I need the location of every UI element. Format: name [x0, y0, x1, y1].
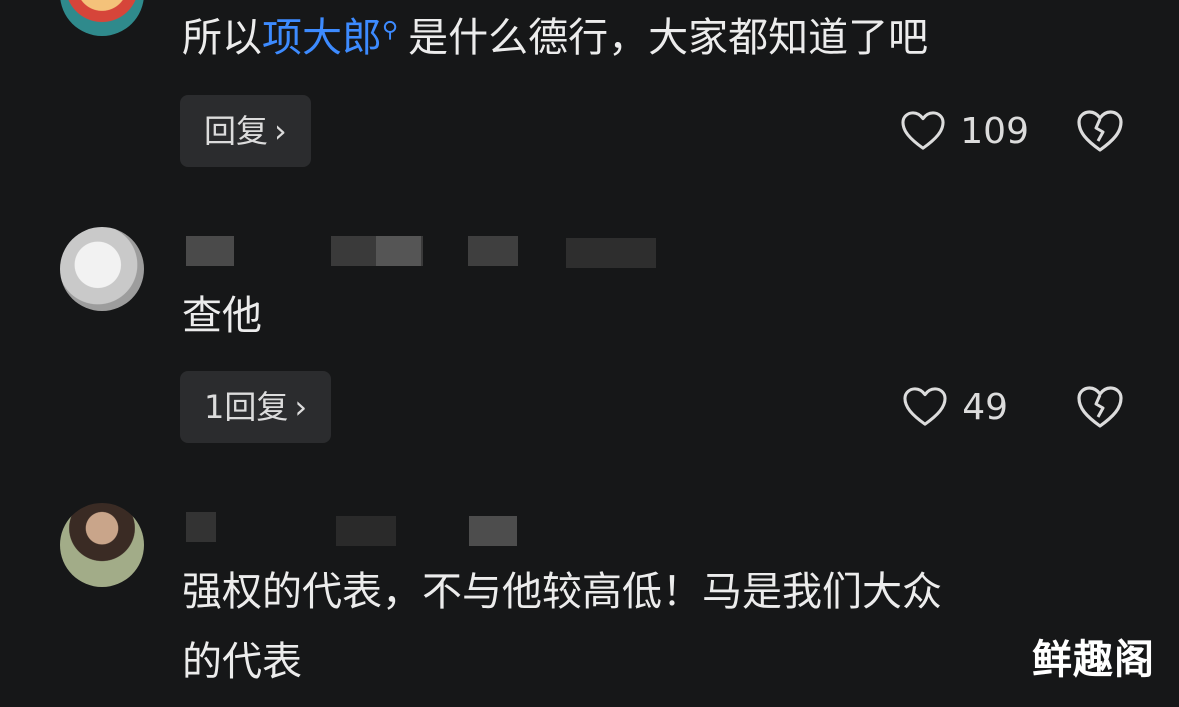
- like-button[interactable]: 49: [902, 382, 1008, 432]
- broken-heart-icon[interactable]: [1075, 108, 1125, 154]
- avatar[interactable]: [60, 227, 144, 311]
- like-count: 49: [962, 386, 1008, 428]
- chevron-right-icon: ›: [294, 388, 308, 426]
- reply-button[interactable]: 1回复 ›: [180, 371, 332, 443]
- username-redacted: [186, 510, 656, 546]
- mention-link[interactable]: 项大郎: [262, 15, 382, 61]
- heart-outline-icon: [903, 387, 947, 426]
- search-icon[interactable]: ⚲: [382, 18, 398, 43]
- comment-text: 查他: [182, 293, 262, 339]
- comment-text-line-1: 强权的代表，不与他较高低！马是我们大众: [182, 569, 942, 615]
- watermark: 鲜趣阁: [1032, 637, 1155, 683]
- heart-outline-icon: [901, 111, 945, 150]
- reply-button[interactable]: 回复 ›: [180, 95, 311, 167]
- avatar[interactable]: [60, 503, 144, 587]
- like-button[interactable]: 109: [900, 106, 1029, 156]
- avatar[interactable]: [60, 0, 144, 36]
- comment-text: 所以项大郎⚲ 是什么德行，大家都知道了吧: [182, 15, 929, 61]
- chevron-right-icon: ›: [274, 112, 287, 150]
- username-redacted: [186, 234, 656, 268]
- like-count: 109: [960, 110, 1029, 152]
- broken-heart-icon[interactable]: [1075, 384, 1125, 430]
- comment-text-line-2: 的代表: [182, 639, 302, 685]
